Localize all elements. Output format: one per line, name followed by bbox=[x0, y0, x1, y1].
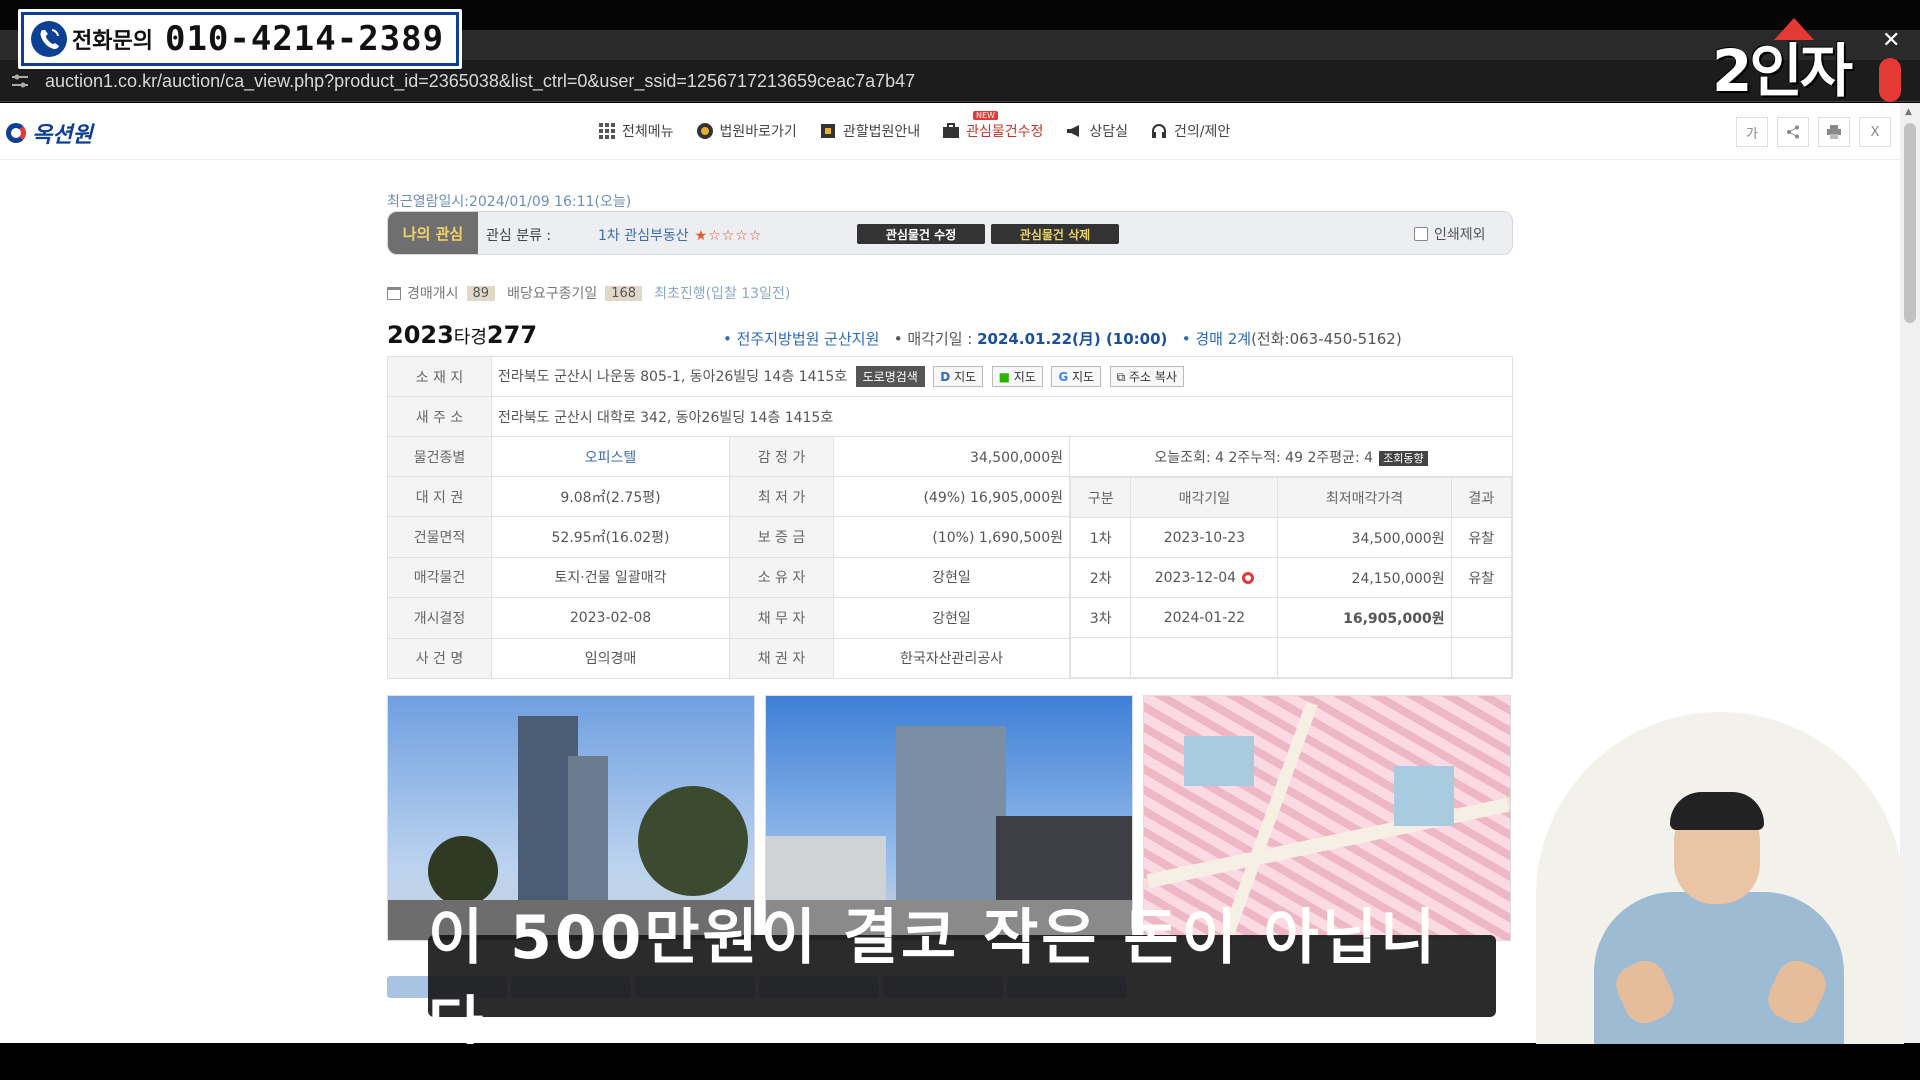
auction-dept[interactable]: • 경매 2계 bbox=[1182, 330, 1251, 348]
headset-icon bbox=[1152, 124, 1167, 138]
map-button-1[interactable]: D 지도 bbox=[933, 366, 984, 388]
dividend-days-badge: 168 bbox=[605, 285, 643, 301]
video-subtitle: 이 500만원이 결코 작은 돈이 아닙니다 bbox=[428, 903, 1496, 1060]
video-bottom-bar bbox=[0, 1044, 1920, 1080]
close-button[interactable]: X bbox=[1859, 117, 1891, 147]
court-icon bbox=[696, 123, 713, 139]
property-info-table: 소 재 지 전라북도 군산시 나운동 805-1, 동아26빌딩 14층 141… bbox=[387, 356, 1513, 680]
megaphone-icon bbox=[1067, 125, 1080, 137]
case-meta: • 전주지방법원 군산지원 • 매각기일 : 2024.01.22(月) (10… bbox=[723, 330, 1402, 348]
view-trend-button[interactable]: 조회동향 bbox=[1379, 450, 1428, 466]
sale-history-cell: 구분 매각기일 최저매각가격 결과 1차 2023-10-23 34,500,0… bbox=[1069, 476, 1513, 679]
site-logo[interactable]: 옥션원 bbox=[6, 117, 93, 149]
location-cell: 전라북도 군산시 나운동 805-1, 동아26빌딩 14층 1415호 도로명… bbox=[491, 356, 1513, 397]
print-button[interactable] bbox=[1818, 117, 1850, 147]
daum-map-icon: D bbox=[940, 370, 951, 385]
grid-icon bbox=[599, 123, 615, 139]
site-settings-icon[interactable] bbox=[12, 74, 28, 88]
nav-interest-edit[interactable]: 관심물건수정 bbox=[942, 121, 1043, 141]
map-button-2[interactable]: ■ 지도 bbox=[991, 366, 1043, 388]
briefcase-icon bbox=[943, 123, 960, 138]
sale-date: 2024.01.22(月) (10:00) bbox=[977, 330, 1168, 348]
naver-map-icon: ■ bbox=[998, 370, 1010, 385]
nav-suggestion[interactable]: 건의/제안 bbox=[1150, 121, 1230, 141]
nav-court-shortcut[interactable]: 법원바로가기 bbox=[696, 121, 797, 141]
phone-number: 010-4214-2389 bbox=[164, 19, 445, 59]
recent-view-time: 최근열람일시:2024/01/09 16:11(오늘) bbox=[387, 194, 632, 210]
table-row: 새 주 소 전라북도 군산시 대학로 342, 동아26빌딩 14층 1415호 bbox=[387, 396, 1513, 437]
table-row: 1차 2023-10-23 34,500,000원 유찰 bbox=[1069, 517, 1513, 558]
interest-bar: 나의 관심 관심 분류 : 1차 관심부동산 ★☆☆☆☆ 관심물건 수정 관심물건… bbox=[387, 211, 1513, 255]
court-name[interactable]: • 전주지방법원 군산지원 bbox=[723, 330, 879, 348]
progress-row: 경매개시 89 배당요구종기일 168 최초진행(입찰 13일전) bbox=[387, 283, 790, 303]
checkbox-icon[interactable] bbox=[1414, 227, 1428, 241]
nav-consult[interactable]: 상담실 bbox=[1065, 121, 1128, 141]
font-size-button[interactable]: 가 bbox=[1736, 117, 1768, 147]
copy-address-button[interactable]: ⧉ 주소 복사 bbox=[1109, 366, 1184, 388]
table-row: 대 지 권 9.08㎡(2.75평) 최 저 가 (49%) 16,905,00… bbox=[387, 475, 1513, 679]
road-search-button[interactable]: 도로명검색 bbox=[855, 366, 925, 388]
header-divider bbox=[0, 159, 1900, 160]
building-icon bbox=[820, 124, 835, 138]
phone-contact-overlay: 전화문의 010-4214-2389 bbox=[18, 9, 462, 69]
table-row: 3차 2024-01-22 16,905,000원 bbox=[1069, 597, 1513, 638]
channel-logo: 2인자TV bbox=[1712, 18, 1902, 176]
interest-edit-button[interactable]: 관심물건 수정 bbox=[857, 224, 985, 244]
search-pin-icon[interactable] bbox=[1242, 571, 1255, 584]
close-icon[interactable]: ✕ bbox=[1882, 28, 1900, 53]
table-row: 물건종별 오피스텔 감 정 가 34,500,000원 오늘조회: 4 2주누적… bbox=[387, 436, 1513, 477]
view-stats: 오늘조회: 4 2주누적: 49 2주평균: 4 조회동향 bbox=[1069, 436, 1513, 477]
new-badge: NEW bbox=[973, 111, 998, 120]
phone-icon bbox=[31, 21, 67, 57]
interest-delete-button[interactable]: 관심물건 삭제 bbox=[991, 224, 1119, 244]
sale-history-table: 구분 매각기일 최저매각가격 결과 1차 2023-10-23 34,500,0… bbox=[1069, 477, 1513, 678]
table-row: 소 재 지 전라북도 군산시 나운동 805-1, 동아26빌딩 14층 141… bbox=[387, 356, 1513, 397]
url-text[interactable]: auction1.co.kr/auction/ca_view.php?produ… bbox=[45, 71, 915, 92]
nav-jurisdiction[interactable]: 관할법원안내 bbox=[819, 121, 920, 141]
my-interest-tag: 나의 관심 bbox=[388, 212, 478, 254]
interest-category-label: 관심 분류 : bbox=[486, 228, 552, 244]
map-button-3[interactable]: G 지도 bbox=[1051, 366, 1102, 388]
logo-mark-icon bbox=[6, 123, 26, 143]
copy-icon: ⧉ bbox=[1116, 370, 1126, 385]
channel-badge bbox=[1879, 58, 1901, 102]
print-exclude-checkbox[interactable]: 인쇄제외 bbox=[1414, 224, 1486, 244]
scroll-thumb[interactable] bbox=[1904, 123, 1916, 323]
star-rating: ★☆☆☆☆ bbox=[694, 228, 763, 244]
share-button[interactable] bbox=[1777, 117, 1809, 147]
nav-all-menu[interactable]: 전체메뉴 bbox=[598, 121, 674, 141]
interest-category-value: 1차 관심부동산 ★☆☆☆☆ bbox=[598, 228, 763, 244]
property-type-link[interactable]: 오피스텔 bbox=[491, 436, 730, 477]
printer-icon bbox=[1827, 125, 1841, 139]
share-icon bbox=[1787, 125, 1799, 139]
calendar-icon bbox=[387, 286, 401, 300]
tool-buttons: 가 X bbox=[1736, 117, 1900, 147]
scroll-up-icon[interactable]: ▲ bbox=[1905, 107, 1912, 117]
main-nav: 전체메뉴 법원바로가기 관할법원안내 관심물건수정 상담실 건의/제안 bbox=[598, 121, 1252, 141]
first-progress: 최초진행(입찰 13일전) bbox=[654, 286, 791, 302]
case-number: 2023타경277 bbox=[387, 321, 538, 349]
google-map-icon: G bbox=[1058, 370, 1069, 385]
start-days-badge: 89 bbox=[466, 285, 496, 301]
phone-label: 전화문의 bbox=[72, 29, 153, 54]
table-row: 2차 2023-12-04 24,150,000원 유찰 bbox=[1069, 557, 1513, 598]
